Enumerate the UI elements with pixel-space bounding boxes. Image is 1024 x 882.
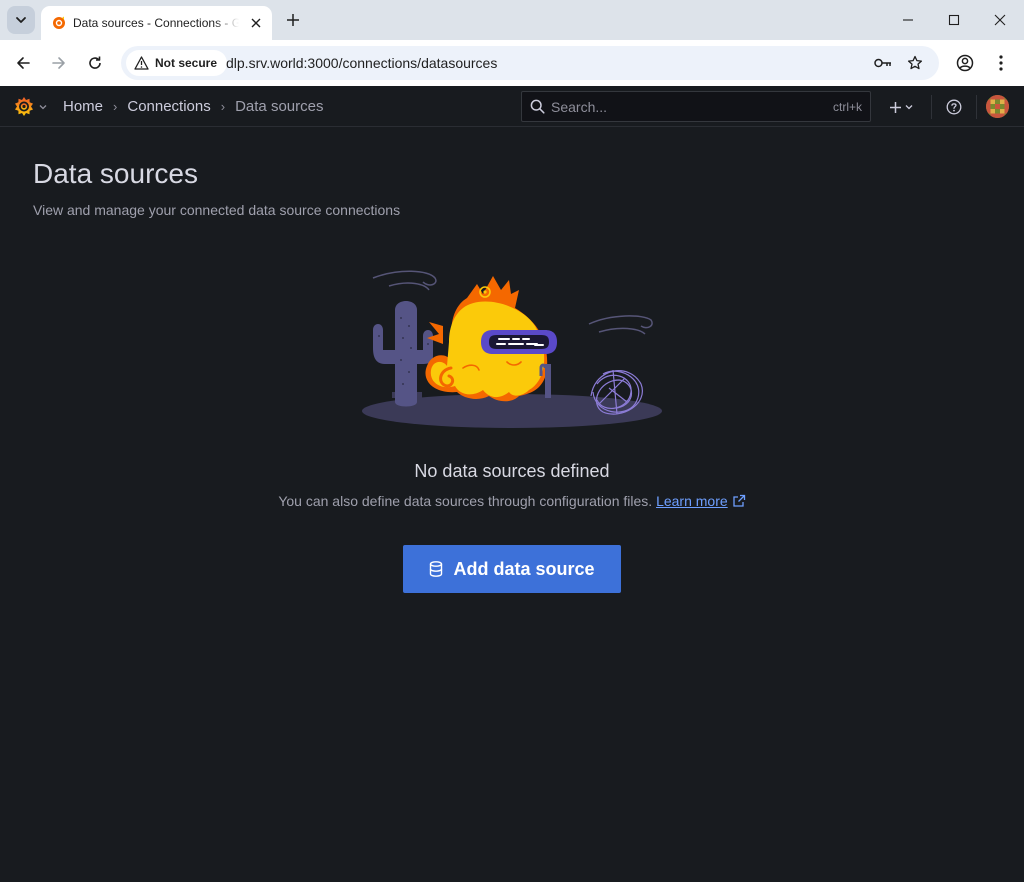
- grafana-home-menu-button[interactable]: [12, 94, 50, 120]
- close-window-button[interactable]: [977, 0, 1023, 40]
- maximize-button[interactable]: [931, 0, 977, 40]
- profile-button[interactable]: [951, 49, 979, 77]
- grafana-top-bar: Home › Connections › Data sources Search…: [0, 86, 1024, 127]
- add-data-source-button[interactable]: Add data source: [403, 545, 621, 593]
- page-title: Data sources: [33, 158, 198, 189]
- grafana-logo-icon: [15, 97, 33, 116]
- close-icon: [994, 14, 1006, 26]
- browser-tab-strip: Data sources - Connections - Grafana: [0, 0, 1024, 40]
- tab-close-icon[interactable]: [246, 13, 266, 33]
- empty-state-illustration: [362, 270, 662, 428]
- arrow-left-icon: [17, 57, 30, 69]
- empty-state-title: No data sources defined: [414, 461, 610, 481]
- chevron-down-icon: [16, 17, 26, 23]
- reload-button[interactable]: [81, 49, 109, 77]
- empty-state-description-text: You can also define data sources through…: [278, 493, 653, 509]
- breadcrumb-separator-icon: ›: [113, 99, 118, 114]
- toolbar-divider: [976, 95, 977, 119]
- user-avatar[interactable]: [986, 95, 1009, 118]
- new-tab-button[interactable]: [281, 8, 305, 32]
- page-subtitle: View and manage your connected data sour…: [33, 202, 401, 218]
- browser-toolbar: Not secure dlp.srv.world:3000/connection…: [0, 40, 1024, 86]
- external-link-icon[interactable]: [732, 494, 746, 508]
- browser-menu-button[interactable]: [987, 49, 1015, 77]
- plus-icon: [890, 101, 901, 113]
- back-button[interactable]: [9, 49, 37, 77]
- toolbar-divider: [931, 95, 932, 119]
- password-key-icon[interactable]: [873, 53, 893, 73]
- minimize-button[interactable]: [885, 0, 931, 40]
- add-data-source-label: Add data source: [453, 558, 595, 579]
- browser-tab-active[interactable]: Data sources - Connections - Grafana: [41, 6, 272, 40]
- grafana-app: Home › Connections › Data sources Search…: [0, 86, 1024, 882]
- plus-icon: [287, 14, 299, 26]
- forward-button[interactable]: [45, 49, 73, 77]
- url-text[interactable]: dlp.srv.world:3000/connections/datasourc…: [226, 55, 497, 71]
- search-shortcut: ctrl+k: [832, 99, 862, 114]
- search-input[interactable]: Search... ctrl+k: [521, 91, 871, 122]
- site-security-chip[interactable]: Not secure: [126, 50, 228, 76]
- minimize-icon: [903, 19, 913, 21]
- maximize-icon: [948, 14, 960, 26]
- arrow-right-icon: [52, 57, 65, 69]
- breadcrumb-current: Data sources: [235, 98, 324, 115]
- breadcrumb-connections[interactable]: Connections: [127, 98, 210, 115]
- tab-title: Data sources - Connections - Grafana: [73, 16, 239, 30]
- new-item-menu-button[interactable]: [884, 96, 918, 118]
- address-bar[interactable]: Not secure dlp.srv.world:3000/connection…: [121, 46, 939, 80]
- profile-icon: [956, 54, 974, 72]
- grafana-favicon-icon: [51, 15, 67, 31]
- help-button[interactable]: [943, 96, 965, 118]
- learn-more-link[interactable]: Learn more: [656, 493, 728, 509]
- empty-state-description: You can also define data sources through…: [0, 493, 1024, 509]
- breadcrumb-home[interactable]: Home: [63, 98, 103, 115]
- chevron-down-icon: [905, 105, 913, 110]
- search-icon: [530, 99, 545, 114]
- tab-search-button[interactable]: [7, 6, 35, 34]
- breadcrumb: Home › Connections › Data sources: [63, 98, 323, 115]
- help-icon: [946, 99, 962, 115]
- search-placeholder: Search...: [551, 98, 608, 115]
- security-label: Not secure: [155, 56, 218, 70]
- warning-icon: [134, 56, 149, 70]
- breadcrumb-separator-icon: ›: [220, 99, 226, 114]
- database-icon: [430, 561, 443, 577]
- more-vertical-icon: [999, 55, 1003, 71]
- chevron-down-icon: [39, 105, 47, 110]
- bookmark-star-icon[interactable]: [905, 53, 925, 73]
- reload-icon: [89, 56, 101, 69]
